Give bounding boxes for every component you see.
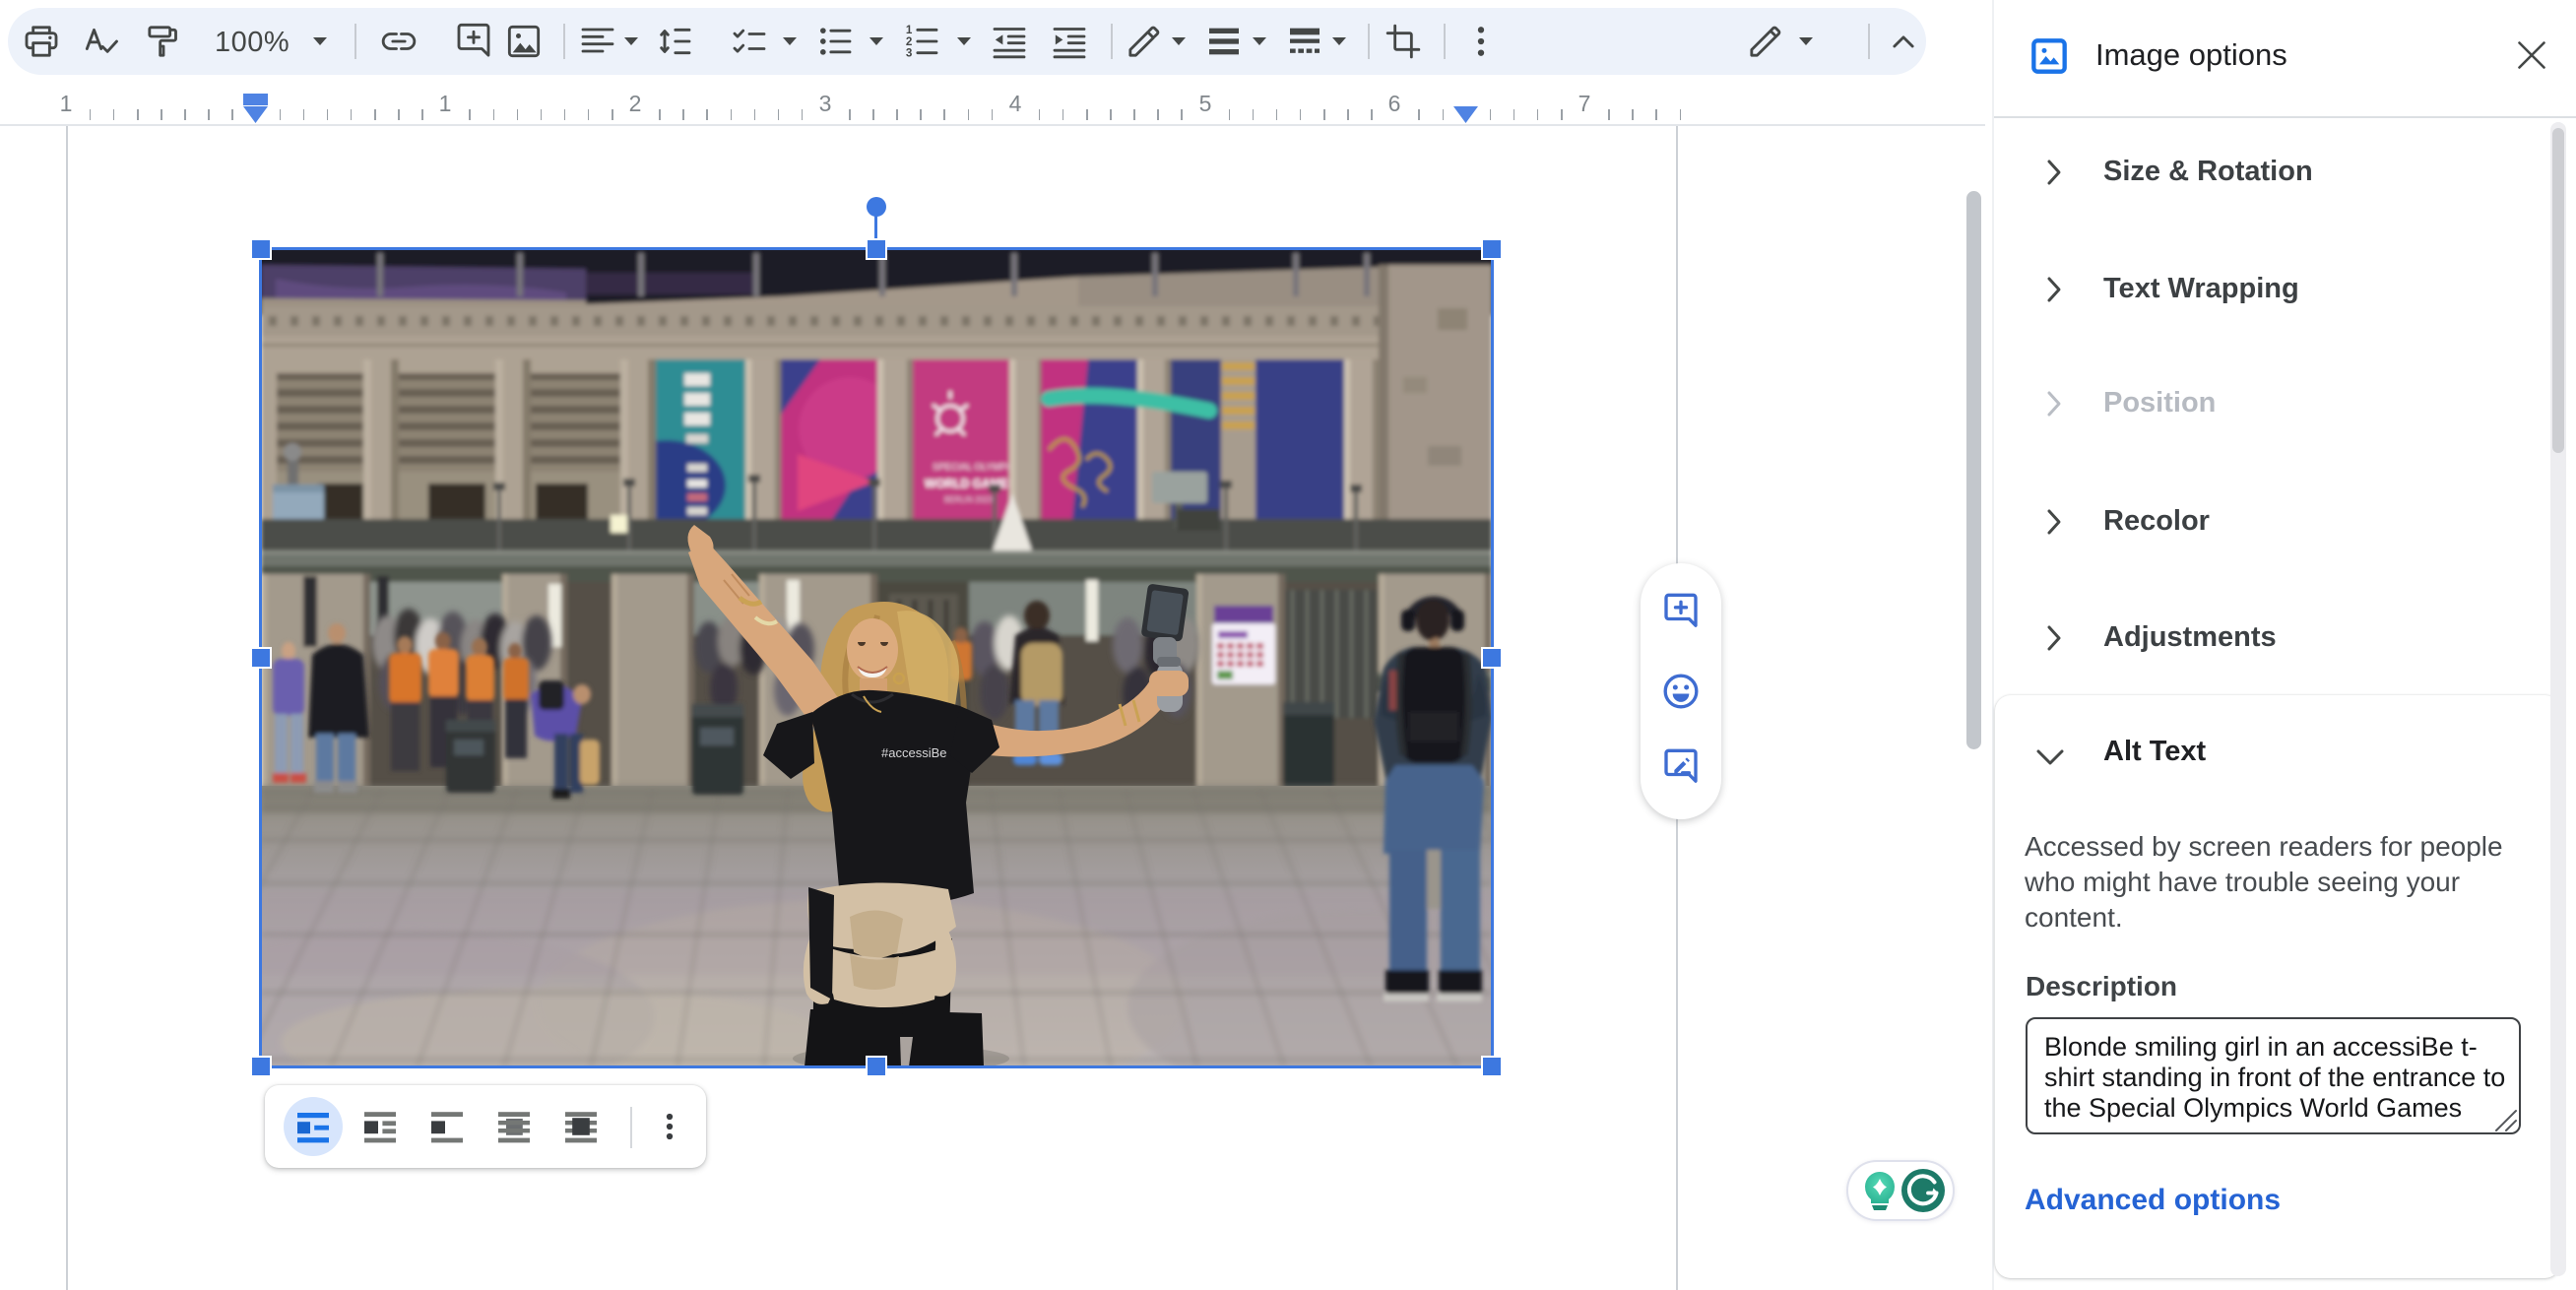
svg-text:3: 3 [906,46,913,59]
